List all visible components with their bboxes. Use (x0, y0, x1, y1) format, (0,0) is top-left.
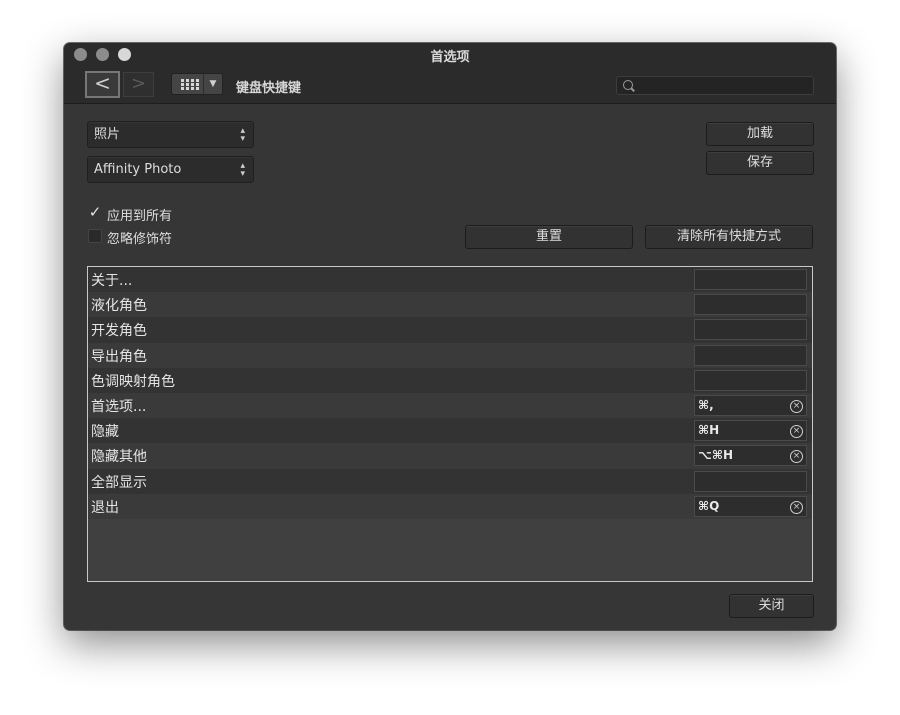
category-select[interactable]: 照片 ▴ ▾ (87, 121, 254, 148)
ignore-modifiers-label: 忽略修饰符 (107, 232, 173, 247)
shortcut-name: 退出 (91, 499, 119, 516)
shortcut-row[interactable]: 关于... (88, 267, 812, 293)
shortcut-row[interactable]: 隐藏 ⌘H × (88, 418, 812, 444)
shortcut-name: 全部显示 (91, 474, 147, 491)
save-button[interactable]: 保存 (706, 151, 814, 175)
section-title: 键盘快捷键 (236, 81, 302, 96)
search-box[interactable] (616, 76, 814, 95)
close-button[interactable]: 关闭 (729, 594, 814, 618)
shortcut-name: 首选项... (91, 398, 147, 415)
shortcut-keys: ⌘Q (698, 498, 720, 513)
shortcut-name: 导出角色 (91, 348, 147, 365)
clear-shortcut-icon[interactable]: × (790, 450, 803, 464)
dropdown-caret-icon[interactable]: ▼ (203, 74, 222, 94)
grid-icon (181, 79, 199, 90)
shortcut-row[interactable]: 退出 ⌘Q × (88, 493, 812, 519)
window-title: 首选项 (430, 50, 470, 65)
clear-all-shortcuts-button[interactable]: 清除所有快捷方式 (645, 225, 813, 249)
ignore-modifiers-checkbox[interactable] (88, 229, 102, 243)
title-bar: 首选项 < > ▼ 键盘快捷键 (64, 43, 836, 104)
shortcut-key-field[interactable] (694, 344, 807, 366)
shortcut-name: 隐藏其他 (91, 449, 147, 466)
shortcut-name: 开发角色 (91, 323, 147, 340)
shortcut-keys: ⌘H (698, 423, 720, 438)
shortcut-key-field[interactable] (694, 319, 807, 341)
shortcut-row[interactable]: 隐藏其他 ⌥⌘H × (88, 443, 812, 469)
preferences-window: 首选项 < > ▼ 键盘快捷键 照片 ▴ ▾ Affinity Photo ▴ ▾ … (64, 43, 836, 630)
application-select-value: Affinity Photo (94, 162, 182, 177)
apply-all-label: 应用到所有 (107, 209, 173, 224)
shortcut-row[interactable]: 导出角色 (88, 342, 812, 368)
shortcut-keys: ⌘, (698, 397, 714, 412)
shortcut-key-field[interactable] (694, 269, 807, 290)
reset-button[interactable]: 重置 (465, 225, 633, 249)
shortcut-name: 液化角色 (91, 298, 147, 315)
show-all-button[interactable]: ▼ (171, 73, 223, 95)
shortcut-key-field[interactable] (694, 369, 807, 391)
shortcut-row[interactable]: 首选项... ⌘, × (88, 392, 812, 419)
back-button[interactable]: < (85, 71, 120, 98)
chevron-right-icon: > (130, 73, 147, 94)
shortcut-list[interactable]: 关于... 液化角色 开发角色 导出角色 色调映射角色 首选项... ⌘, × 隐藏 ⌘H × 隐藏其… (87, 266, 813, 582)
shortcut-row[interactable]: 色调映射角色 (88, 367, 812, 393)
shortcut-row[interactable]: 液化角色 (88, 292, 812, 318)
clear-shortcut-icon[interactable]: × (790, 500, 803, 514)
shortcut-name: 关于... (91, 273, 133, 289)
shortcut-name: 色调映射角色 (91, 373, 175, 390)
search-input[interactable] (639, 78, 813, 95)
shortcut-key-field[interactable]: ⌘H × (694, 420, 807, 442)
shortcut-keys: ⌥⌘H (698, 448, 734, 463)
search-icon (623, 80, 633, 90)
shortcut-key-field[interactable] (694, 470, 807, 492)
shortcut-name: 隐藏 (91, 424, 119, 441)
apply-all-checkbox[interactable]: ✓ (88, 205, 102, 220)
shortcut-row[interactable]: 开发角色 (88, 317, 812, 343)
shortcut-key-field[interactable] (694, 294, 807, 316)
shortcut-row[interactable]: 全部显示 (88, 468, 812, 494)
category-select-value: 照片 (94, 127, 121, 142)
shortcut-key-field[interactable]: ⌥⌘H × (694, 445, 807, 467)
shortcut-key-field[interactable]: ⌘Q × (694, 495, 807, 517)
forward-button[interactable]: > (123, 72, 154, 97)
chevron-left-icon: < (94, 71, 111, 95)
shortcut-key-field[interactable]: ⌘, × (694, 394, 807, 416)
clear-shortcut-icon[interactable]: × (790, 425, 803, 439)
load-button[interactable]: 加载 (706, 122, 814, 146)
application-select[interactable]: Affinity Photo ▴ ▾ (87, 156, 254, 183)
select-arrows-icon: ▴ ▾ (240, 161, 245, 179)
select-arrows-icon: ▴ ▾ (240, 126, 245, 144)
clear-shortcut-icon[interactable]: × (790, 399, 803, 413)
